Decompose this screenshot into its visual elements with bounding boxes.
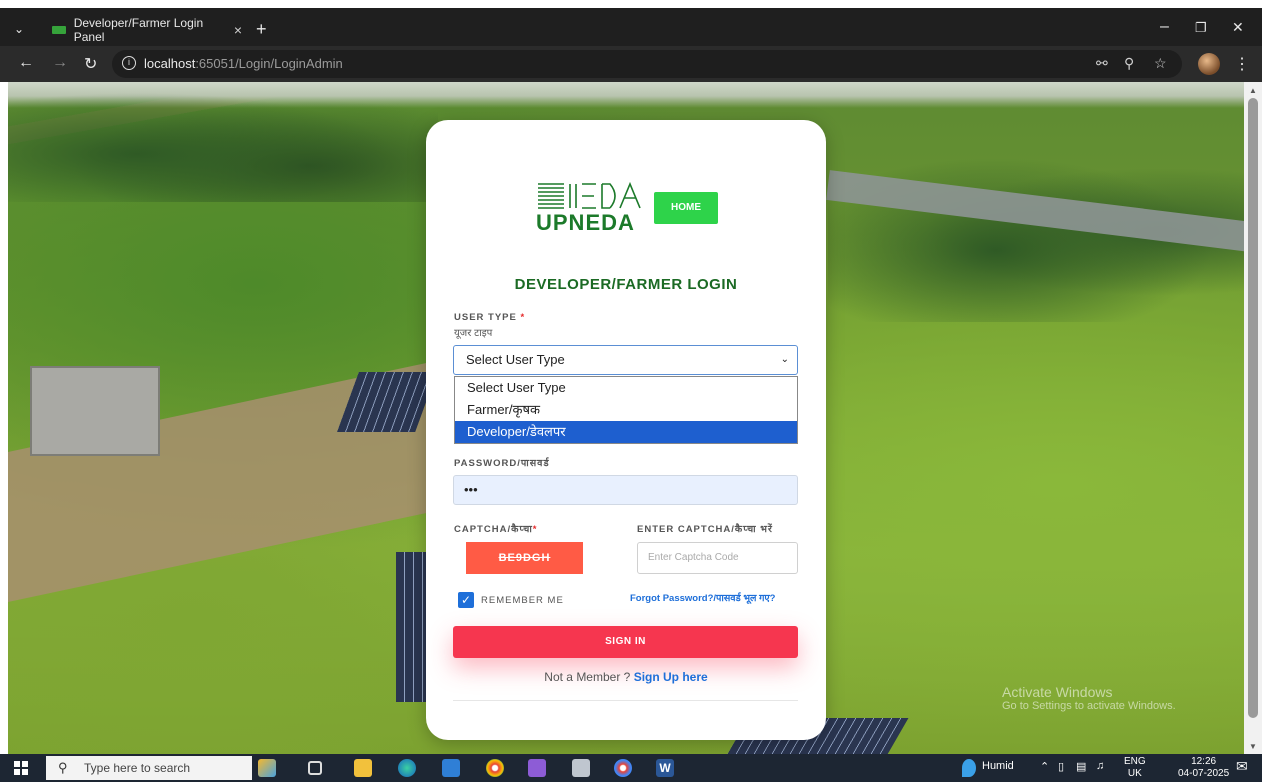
chevron-down-icon: ⌄	[780, 354, 789, 365]
bookmark-star-icon[interactable]: ☆	[1154, 55, 1167, 72]
site-info-icon[interactable]: i	[122, 56, 136, 70]
store-icon[interactable]	[442, 759, 460, 777]
forgot-password-link[interactable]: Forgot Password?/पासवर्ड भूल गए?	[630, 591, 775, 604]
user-type-label: USER TYPE *	[454, 312, 525, 323]
page-scrollbar[interactable]: ▲ ▼	[1244, 82, 1262, 754]
taskbar-search-box[interactable]: ⚲ Type here to search	[46, 756, 252, 780]
weather-widget-icon[interactable]	[258, 759, 276, 777]
user-type-select[interactable]: Select User Type ⌄	[453, 345, 798, 375]
new-tab-button[interactable]: +	[256, 20, 267, 38]
captcha-image: BE9DGH	[466, 542, 583, 574]
url-text: localhost:65051/Login/LoginAdmin	[144, 56, 343, 71]
back-arrow-icon[interactable]: ←	[18, 54, 34, 72]
reload-icon[interactable]: ↻	[84, 54, 97, 74]
browser-menu-icon[interactable]: ⋮	[1234, 54, 1250, 74]
profile-avatar[interactable]	[1198, 53, 1220, 75]
background-trees	[8, 82, 438, 202]
edge-browser-icon[interactable]	[398, 759, 416, 777]
tab-title: Developer/Farmer Login Panel	[73, 16, 204, 44]
battery-icon[interactable]: ▯	[1058, 760, 1064, 773]
word-icon[interactable]: W	[656, 759, 674, 777]
watermark-subtitle: Go to Settings to activate Windows.	[1002, 700, 1176, 712]
zoom-icon[interactable]: ⚲	[1124, 55, 1134, 72]
divider	[453, 700, 798, 701]
tab-close-icon[interactable]: ×	[234, 22, 242, 38]
remember-me-checkbox[interactable]: ✓	[458, 592, 474, 608]
minimize-button[interactable]: –	[1160, 18, 1169, 36]
scroll-up-icon[interactable]: ▲	[1249, 86, 1257, 95]
language-code: ENG	[1124, 756, 1146, 767]
clock-date: 04-07-2025	[1178, 768, 1230, 779]
url-path: :65051/Login/LoginAdmin	[195, 56, 343, 71]
captcha-required-mark: *	[532, 524, 538, 535]
visual-studio-icon[interactable]	[528, 759, 546, 777]
sign-up-link[interactable]: Sign Up here	[634, 670, 708, 684]
login-card: UPNEDA HOME DEVELOPER/FARMER LOGIN USER …	[426, 120, 826, 740]
tray-chevron-icon[interactable]: ⌃	[1040, 760, 1049, 773]
user-type-label-text: USER TYPE	[454, 312, 517, 323]
home-button[interactable]: HOME	[654, 192, 718, 224]
enter-captcha-label: ENTER CAPTCHA/कैप्चा भरें	[637, 524, 773, 535]
tab-search-chevron-icon[interactable]: ⌄	[14, 22, 24, 36]
captcha-label: CAPTCHA/कैप्चा*	[454, 522, 538, 535]
password-key-icon[interactable]: ⚯	[1096, 55, 1108, 72]
restore-button[interactable]: ❐	[1195, 20, 1207, 36]
url-host: localhost	[144, 56, 196, 71]
upneda-logo-graphic	[538, 181, 641, 209]
browser-tab-active[interactable]: Developer/Farmer Login Panel ×	[42, 14, 250, 46]
top-cutoff-strip	[0, 0, 1262, 8]
user-type-selected-value: Select User Type	[466, 352, 565, 367]
weather-text[interactable]: Humid	[982, 760, 1014, 772]
signup-prompt: Not a Member ? Sign Up here	[426, 670, 826, 684]
remember-me-label: REMEMBER ME	[481, 595, 564, 606]
notifications-icon[interactable]: ✉	[1236, 758, 1248, 775]
windows-start-icon[interactable]	[14, 761, 28, 775]
chrome-profile-icon[interactable]	[614, 759, 632, 777]
browser-address-bar: ← → ↻ i localhost:65051/Login/LoginAdmin…	[0, 46, 1262, 82]
logo-text: UPNEDA	[536, 210, 635, 235]
upneda-logo: UPNEDA	[536, 180, 646, 235]
scroll-down-icon[interactable]: ▼	[1249, 742, 1257, 751]
sign-in-button[interactable]: SIGN IN	[453, 626, 798, 658]
background-solar-panel-2	[396, 552, 426, 702]
page-title: DEVELOPER/FARMER LOGIN	[514, 276, 738, 293]
taskbar-search-placeholder: Type here to search	[84, 761, 191, 775]
snipping-tool-icon[interactable]	[572, 759, 590, 777]
password-label: PASSWORD/पासवर्ड	[454, 458, 550, 469]
windows-taskbar: ⚲ Type here to search W Humid ⌃ ▯ ▤ ♫ EN…	[0, 754, 1262, 782]
captcha-label-text: CAPTCHA/कैप्चा	[454, 524, 533, 535]
forward-arrow-icon[interactable]: →	[52, 54, 68, 72]
task-view-icon[interactable]	[308, 761, 322, 775]
not-a-member-text: Not a Member ?	[544, 670, 631, 684]
search-icon: ⚲	[58, 760, 68, 775]
taskbar-clock[interactable]: 12:26 04-07-2025	[1178, 756, 1229, 780]
background-pump-house	[30, 366, 160, 456]
humidity-icon[interactable]	[962, 759, 976, 777]
password-field[interactable]: •••	[453, 475, 798, 505]
captcha-input[interactable]: Enter Captcha Code	[637, 542, 798, 574]
url-bar[interactable]: i localhost:65051/Login/LoginAdmin ⚯ ⚲ ☆	[112, 50, 1182, 78]
volume-icon[interactable]: ♫	[1096, 760, 1104, 772]
dropdown-option-farmer[interactable]: Farmer/कृषक	[455, 399, 797, 421]
file-explorer-icon[interactable]	[354, 759, 372, 777]
watermark-title: Activate Windows	[1002, 684, 1113, 700]
dropdown-option-select-user-type[interactable]: Select User Type	[455, 377, 797, 399]
close-window-button[interactable]: ✕	[1232, 19, 1244, 36]
language-indicator[interactable]: ENG UK	[1124, 756, 1146, 780]
required-mark: *	[520, 312, 526, 323]
keyboard-layout: UK	[1127, 768, 1142, 779]
activate-windows-watermark: Activate Windows Go to Settings to activ…	[1002, 684, 1176, 712]
user-type-sublabel: यूजर टाइप	[454, 328, 493, 339]
screen: ⌄ Developer/Farmer Login Panel × + – ❐ ✕…	[0, 0, 1262, 782]
favicon-icon	[52, 26, 66, 34]
dropdown-option-developer[interactable]: Developer/डेवलपर	[455, 421, 797, 443]
user-type-dropdown-list: Select User Type Farmer/कृषक Developer/ड…	[454, 376, 798, 444]
clock-time: 12:26	[1191, 756, 1217, 767]
chrome-icon[interactable]	[486, 759, 504, 777]
scrollbar-thumb[interactable]	[1248, 98, 1258, 718]
browser-tabbar: ⌄ Developer/Farmer Login Panel × + – ❐ ✕	[0, 8, 1262, 46]
network-icon[interactable]: ▤	[1076, 760, 1086, 773]
